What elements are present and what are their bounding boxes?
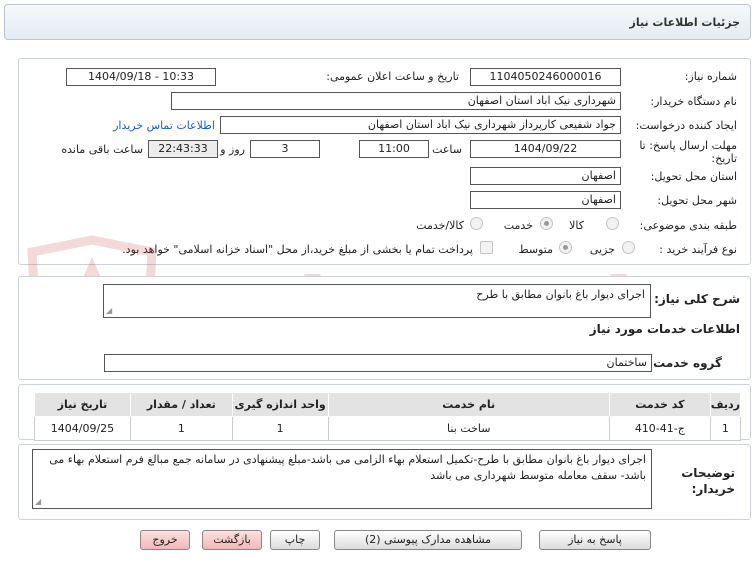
days-label: روز و — [220, 143, 245, 156]
exit-button[interactable]: خروج — [140, 530, 190, 550]
col-qty: تعداد / مقدار — [129, 392, 233, 417]
cell-name: ساخت بنا — [327, 416, 610, 441]
buyer-notes-field: اجرای دیوار باغ بانوان مطابق با طرح-تکمی… — [32, 449, 652, 509]
deadline-date-field: 1404/09/22 — [470, 140, 621, 158]
col-code: کد خدمت — [608, 392, 711, 417]
service-group-label: گروه خدمت: — [648, 356, 722, 370]
process-radio-medium[interactable] — [559, 241, 572, 254]
buyer-notes-text: اجرای دیوار باغ بانوان مطابق با طرح-تکمی… — [49, 453, 646, 482]
announce-label: تاریخ و ساعت اعلان عمومی: — [326, 70, 459, 83]
requester-label: ایجاد کننده درخواست: — [635, 119, 737, 132]
buyer-notes-label-2: خریدار: — [691, 482, 735, 496]
process-label: نوع فرآیند خرید : — [659, 243, 737, 256]
treasury-payment-note: پرداخت تمام یا بخشی از مبلغ خرید،از محل … — [122, 243, 473, 256]
services-table: ردیف کد خدمت نام خدمت واحد اندازه گیری ت… — [34, 392, 742, 441]
category-option-goods: کالا — [569, 219, 584, 232]
category-radio-goods-service[interactable] — [470, 217, 483, 230]
cell-unit: 1 — [231, 416, 329, 441]
col-index: ردیف — [709, 392, 742, 417]
category-option-goods-service: کالا/خدمت — [416, 219, 464, 232]
table-row: 1 ج-41-410 ساخت بنا 1 1 1404/09/25 — [34, 416, 742, 441]
need-description-field: اجرای دیوار باغ بانوان مطابق با طرح ◢ — [103, 284, 651, 318]
category-radio-goods[interactable] — [606, 217, 619, 230]
buyer-org-label: نام دستگاه خریدار: — [650, 95, 737, 108]
buyer-contact-link[interactable]: اطلاعات تماس خریدار — [113, 119, 215, 132]
table-header-row: ردیف کد خدمت نام خدمت واحد اندازه گیری ت… — [34, 392, 742, 417]
process-radio-minor[interactable] — [622, 241, 635, 254]
remaining-time-field: 22:43:33 — [148, 140, 218, 158]
announce-datetime-field: 1404/09/18 - 10:33 — [66, 68, 216, 86]
col-date: تاریخ نیاز — [34, 392, 131, 417]
need-number-field: 1104050246000016 — [470, 68, 621, 86]
process-option-minor: جزیی — [589, 243, 615, 256]
resize-handle-icon[interactable]: ◢ — [106, 307, 112, 315]
details-panel — [18, 58, 751, 265]
page-title: جزئیات اطلاعات نیاز — [629, 16, 741, 29]
category-option-service: خدمت — [503, 219, 533, 232]
treasury-payment-checkbox[interactable] — [480, 241, 493, 254]
deadline-time-label: ساعت — [432, 143, 462, 156]
deadline-time-field: 11:00 — [359, 140, 429, 158]
need-description-label: شرح کلی نیاز: — [654, 292, 740, 306]
city-field: اصفهان — [470, 191, 621, 209]
page-header: جزئیات اطلاعات نیاز — [4, 4, 751, 40]
need-description-text: اجرای دیوار باغ بانوان مطابق با طرح — [476, 288, 645, 301]
province-label: استان محل تحویل: — [650, 170, 737, 183]
cell-date: 1404/09/25 — [34, 416, 131, 441]
buyer-org-field: شهرداری نیک اباد استان اصفهان — [171, 92, 621, 110]
services-section-title: اطلاعات خدمات مورد نیاز — [589, 322, 740, 336]
category-radio-service[interactable] — [540, 217, 553, 230]
process-option-medium: متوسط — [518, 243, 553, 256]
deadline-label: مهلت ارسال پاسخ: تا — [639, 139, 737, 152]
remaining-label: ساعت باقی مانده — [61, 143, 143, 156]
days-field: 3 — [250, 140, 320, 158]
requester-field: جواد شفیعی کارپرداز شهرداری نیک اباد است… — [220, 116, 621, 134]
deadline-label-date: تاریخ: — [711, 152, 737, 165]
col-unit: واحد اندازه گیری — [231, 392, 329, 417]
back-button[interactable]: بازگشت — [202, 530, 262, 550]
province-field: اصفهان — [470, 167, 621, 185]
service-group-field: ساختمان — [104, 354, 652, 372]
cell-qty: 1 — [129, 416, 233, 441]
category-label: طبقه بندی موضوعی: — [639, 219, 737, 232]
cell-code: ج-41-410 — [608, 416, 711, 441]
city-label: شهر محل تحویل: — [657, 194, 737, 207]
buyer-notes-label-1: توضیحات — [681, 466, 735, 480]
reply-button[interactable]: پاسخ به نیاز — [539, 530, 651, 550]
col-name: نام خدمت — [327, 392, 610, 417]
resize-handle-icon[interactable]: ◢ — [35, 498, 41, 506]
need-number-label: شماره نیاز: — [684, 70, 737, 83]
print-button[interactable]: چاپ — [270, 530, 320, 550]
cell-index: 1 — [709, 416, 742, 441]
view-attachments-button[interactable]: مشاهده مدارک پیوستی (2) — [334, 530, 522, 550]
